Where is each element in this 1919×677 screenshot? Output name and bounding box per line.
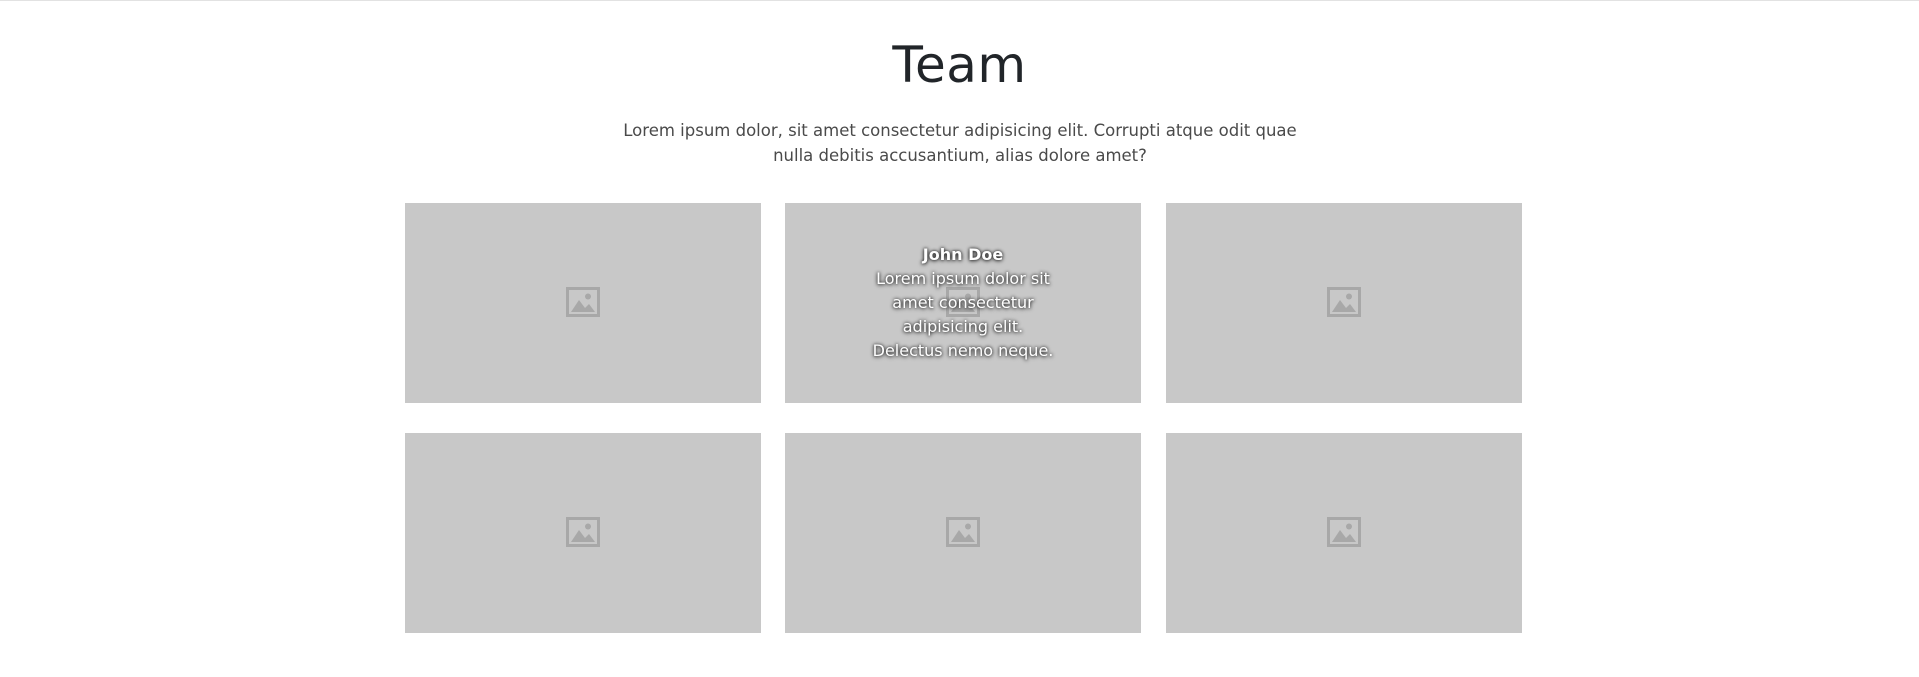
member-name: John Doe	[922, 245, 1004, 264]
image-placeholder-icon	[1327, 287, 1361, 317]
member-overlay: John Doe Lorem ipsum dolor sit amet cons…	[785, 203, 1141, 403]
image-placeholder-icon	[1327, 517, 1361, 547]
team-card-4[interactable]	[405, 433, 761, 633]
section-intro: Lorem ipsum dolor, sit amet consectetur …	[623, 121, 1297, 165]
team-card-3[interactable]	[1166, 203, 1522, 403]
section-title: Team	[892, 36, 1027, 94]
team-card-2[interactable]: John Doe Lorem ipsum dolor sit amet cons…	[785, 203, 1141, 403]
team-card-5[interactable]	[785, 433, 1141, 633]
top-divider	[0, 0, 1919, 1]
team-card-6[interactable]	[1166, 433, 1522, 633]
image-placeholder-icon	[946, 517, 980, 547]
image-placeholder-icon	[566, 517, 600, 547]
image-placeholder-icon	[566, 287, 600, 317]
team-card-1[interactable]	[405, 203, 761, 403]
team-grid: John Doe Lorem ipsum dolor sit amet cons…	[405, 203, 1522, 633]
member-bio: Lorem ipsum dolor sit amet consectetur a…	[872, 269, 1054, 360]
